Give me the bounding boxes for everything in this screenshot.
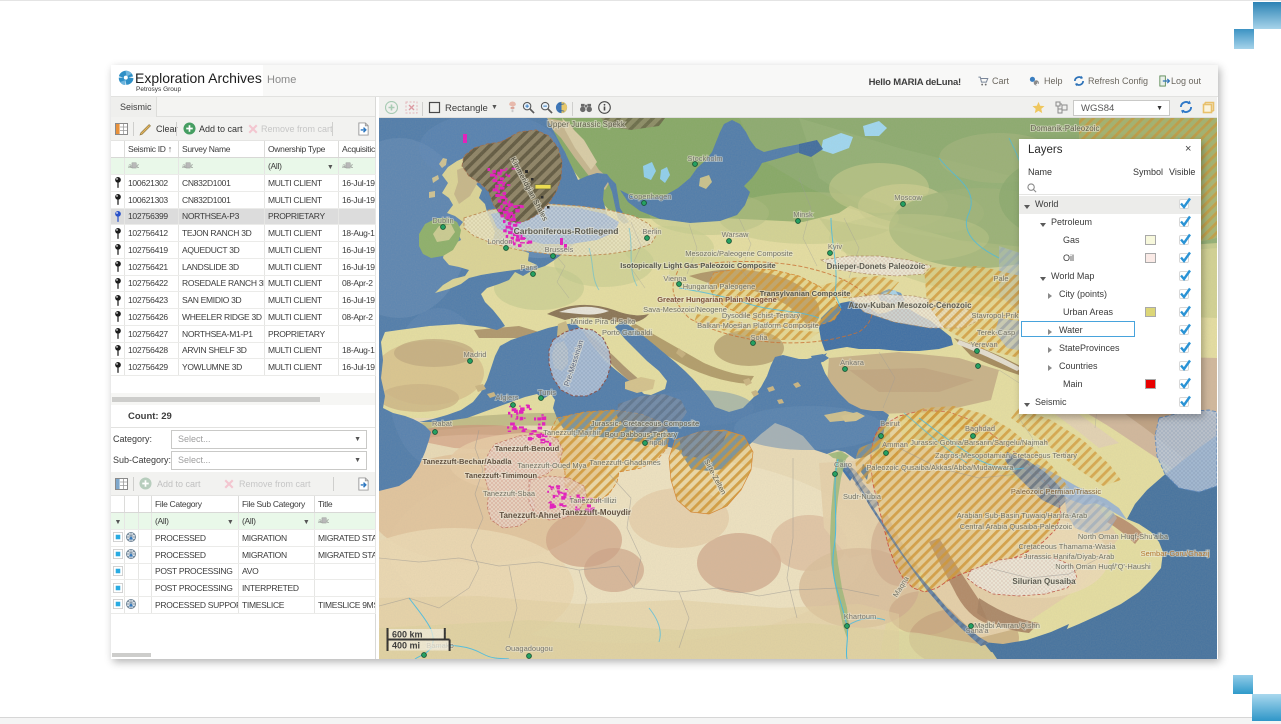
- svg-text:c: c: [137, 163, 139, 170]
- svg-text:a: a: [318, 518, 322, 525]
- svg-text:c: c: [327, 518, 329, 525]
- svg-text:c: c: [191, 163, 193, 170]
- svg-text:a: a: [128, 163, 132, 170]
- svg-text:a: a: [182, 163, 186, 170]
- svg-text:c: c: [351, 163, 353, 170]
- svg-text:a: a: [342, 163, 346, 170]
